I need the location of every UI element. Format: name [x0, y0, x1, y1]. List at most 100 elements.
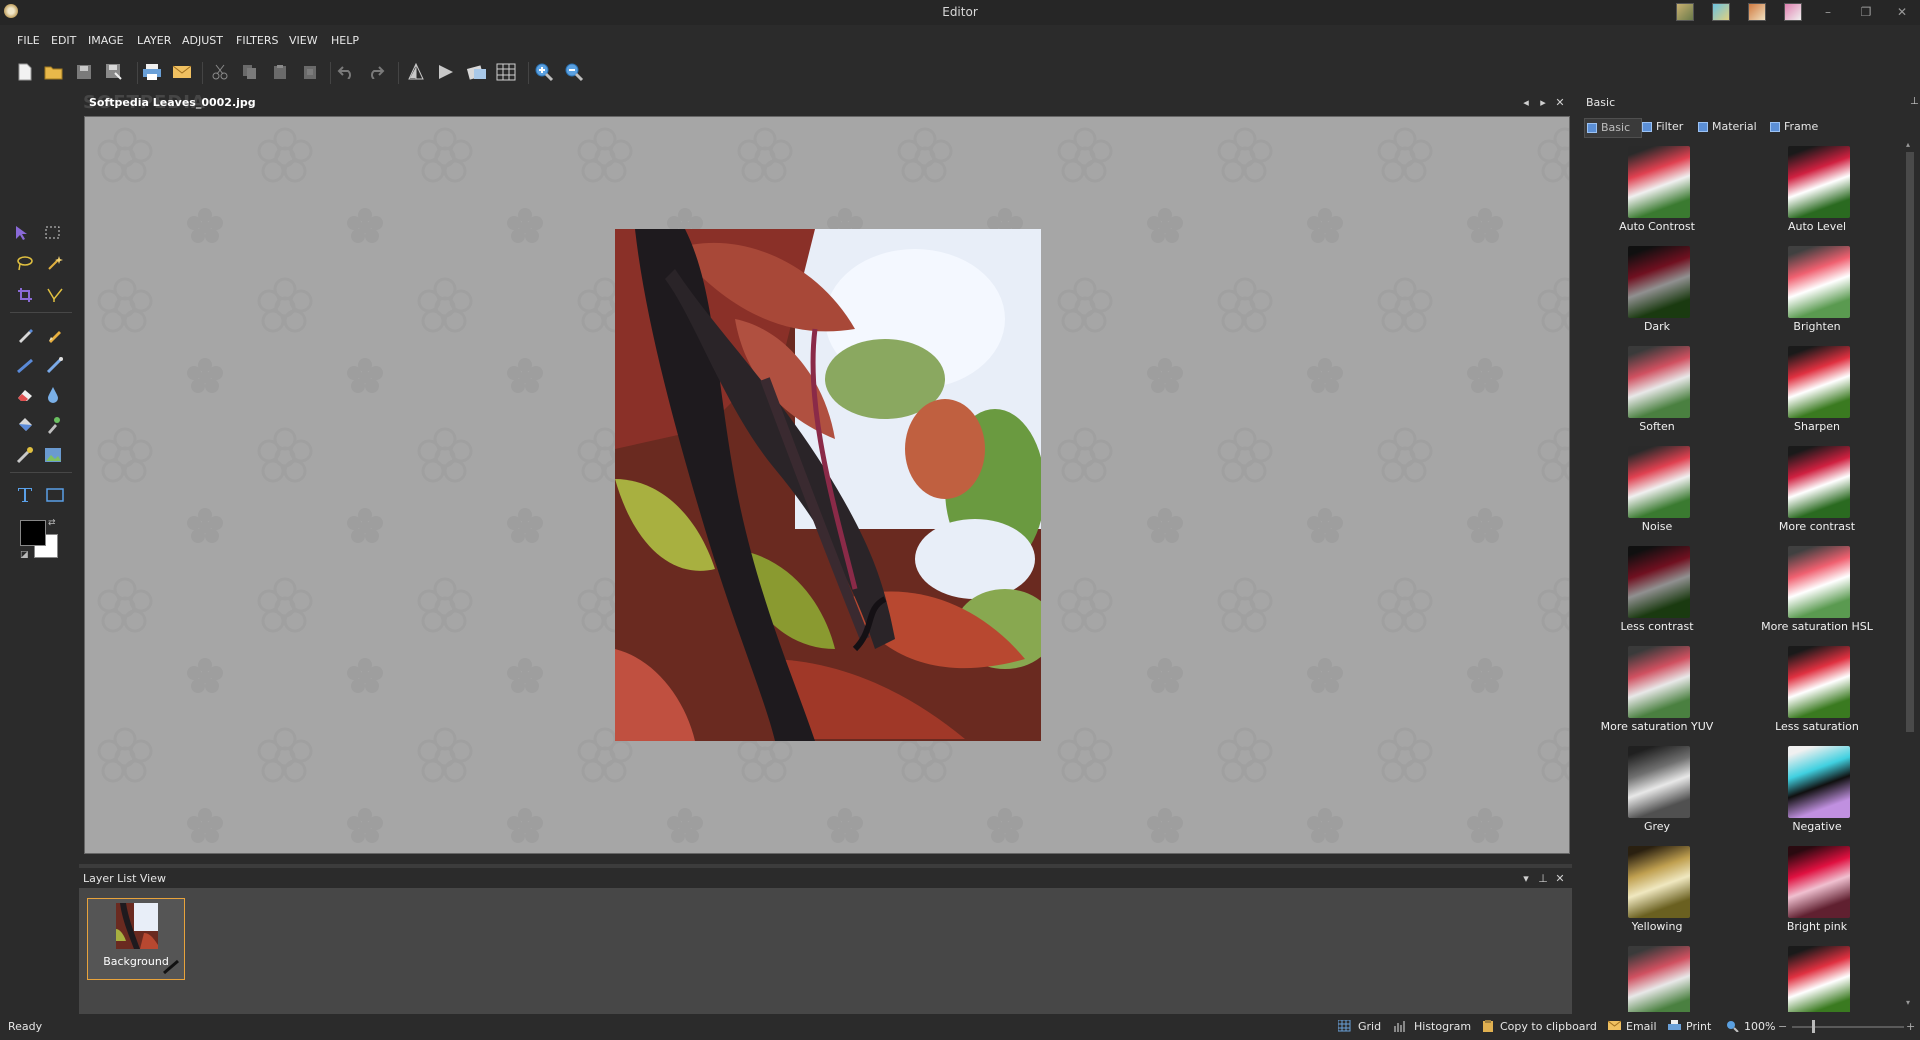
paste-icon[interactable] — [270, 62, 290, 82]
select-arrow-icon[interactable] — [10, 222, 32, 244]
layer-item-background[interactable]: Background — [87, 898, 185, 980]
filter-item[interactable] — [1582, 944, 1732, 1012]
zoom-slider-handle[interactable] — [1812, 1020, 1815, 1033]
line-icon[interactable] — [14, 354, 36, 376]
filter-scrollbar[interactable]: ▴ ▾ — [1904, 140, 1916, 1010]
rotate-icon[interactable] — [466, 62, 486, 82]
pin-icon[interactable]: ⊥ — [1536, 872, 1550, 886]
zoom-in-small-icon[interactable]: + — [1906, 1020, 1915, 1033]
filter-item[interactable]: Less contrast — [1582, 544, 1732, 640]
filter-item[interactable]: Sharpen — [1742, 344, 1892, 440]
grid-toggle[interactable]: Grid — [1358, 1020, 1381, 1033]
histogram-button[interactable]: Histogram — [1414, 1020, 1471, 1033]
scroll-up-icon[interactable]: ▴ — [1906, 140, 1910, 149]
copy-to-clipboard-button[interactable]: Copy to clipboard — [1500, 1020, 1597, 1033]
minimize-icon[interactable]: – — [1818, 4, 1838, 20]
flip-vertical-icon[interactable] — [406, 62, 426, 82]
filter-item[interactable]: Yellowing — [1582, 844, 1732, 940]
eraser-icon[interactable] — [14, 384, 36, 406]
tab-basic[interactable]: Basic — [1584, 118, 1642, 138]
save-as-icon[interactable] — [104, 62, 124, 82]
skin-thumb-4[interactable] — [1784, 3, 1802, 21]
filter-item[interactable]: Grey — [1582, 744, 1732, 840]
rect-select-icon[interactable] — [42, 222, 64, 244]
filter-item[interactable]: Negative — [1742, 744, 1892, 840]
grid-icon[interactable] — [496, 62, 516, 82]
filter-item[interactable]: More contrast — [1742, 444, 1892, 540]
filter-label: Auto Controst — [1619, 220, 1695, 233]
email-button[interactable]: Email — [1626, 1020, 1657, 1033]
brush-icon[interactable] — [44, 354, 66, 376]
menu-image[interactable]: IMAGE — [88, 34, 124, 47]
menu-file[interactable]: FILE — [17, 34, 40, 47]
filter-item[interactable]: Auto Level — [1742, 144, 1892, 240]
new-file-icon[interactable] — [15, 62, 35, 82]
scrollbar-thumb[interactable] — [1906, 152, 1914, 732]
save-icon[interactable] — [74, 62, 94, 82]
close-document-icon[interactable]: ✕ — [1553, 96, 1567, 110]
filter-item[interactable]: Dark — [1582, 244, 1732, 340]
text-tool-icon[interactable] — [14, 484, 36, 506]
restore-icon[interactable]: ❐ — [1856, 4, 1876, 20]
skin-thumb-2[interactable] — [1712, 3, 1730, 21]
close-icon[interactable]: ✕ — [1892, 4, 1912, 20]
shape-rect-icon[interactable] — [44, 484, 66, 506]
eyedropper-icon[interactable] — [42, 414, 64, 436]
print-button[interactable]: Print — [1686, 1020, 1711, 1033]
email-status-icon — [1608, 1020, 1621, 1030]
skin-thumb-1[interactable] — [1676, 3, 1694, 21]
cut-icon[interactable] — [210, 62, 230, 82]
menu-edit[interactable]: EDIT — [51, 34, 76, 47]
filter-item[interactable]: Soften — [1582, 344, 1732, 440]
blur-drop-icon[interactable] — [42, 384, 64, 406]
flip-horizontal-icon[interactable] — [436, 62, 456, 82]
prev-document-icon[interactable]: ◂ — [1519, 96, 1533, 110]
filter-item[interactable]: Noise — [1582, 444, 1732, 540]
filter-item[interactable] — [1742, 944, 1892, 1012]
filter-item[interactable]: More saturation YUV — [1582, 644, 1732, 740]
filter-item[interactable]: Bright pink — [1742, 844, 1892, 940]
zoom-out-small-icon[interactable]: − — [1778, 1020, 1787, 1033]
filter-item[interactable]: Less saturation — [1742, 644, 1892, 740]
copy-icon[interactable] — [240, 62, 260, 82]
magic-wand-icon[interactable] — [44, 252, 66, 274]
close-layer-panel-icon[interactable]: ✕ — [1553, 872, 1567, 886]
filter-item[interactable]: Brighten — [1742, 244, 1892, 340]
scroll-down-icon[interactable]: ▾ — [1906, 998, 1910, 1007]
reset-colors-icon[interactable]: ◪ — [20, 550, 29, 560]
menu-layer[interactable]: LAYER — [137, 34, 171, 47]
panel-pin-icon[interactable]: ⊥ — [1910, 96, 1919, 107]
tab-frame[interactable]: Frame — [1768, 118, 1818, 136]
straighten-icon[interactable] — [44, 284, 66, 306]
menu-help[interactable]: HELP — [331, 34, 359, 47]
zoom-out-icon[interactable] — [564, 62, 584, 82]
redo-icon[interactable] — [366, 62, 386, 82]
clear-icon[interactable] — [300, 62, 320, 82]
next-document-icon[interactable]: ▸ — [1536, 96, 1550, 110]
layer-menu-icon[interactable]: ▾ — [1519, 872, 1533, 886]
image-stamp-icon[interactable] — [42, 444, 64, 466]
tab-filter[interactable]: Filter — [1640, 118, 1683, 136]
undo-icon[interactable] — [336, 62, 356, 82]
image-canvas[interactable] — [84, 116, 1570, 854]
filter-item[interactable]: More saturation HSL — [1742, 544, 1892, 640]
tab-material[interactable]: Material — [1696, 118, 1757, 136]
crop-icon[interactable] — [14, 284, 36, 306]
open-folder-icon[interactable] — [44, 62, 64, 82]
pencil-icon[interactable] — [44, 324, 66, 346]
swap-colors-icon[interactable]: ⇄ — [48, 518, 56, 528]
filter-item[interactable]: Auto Controst — [1582, 144, 1732, 240]
skin-thumb-3[interactable] — [1748, 3, 1766, 21]
lasso-icon[interactable] — [14, 252, 36, 274]
zoom-slider-track[interactable] — [1792, 1026, 1904, 1028]
menu-adjust[interactable]: ADJUST — [182, 34, 223, 47]
zoom-in-icon[interactable] — [534, 62, 554, 82]
clone-stamp-icon[interactable] — [14, 444, 36, 466]
menu-view[interactable]: VIEW — [289, 34, 318, 47]
pen-icon[interactable] — [14, 324, 36, 346]
menu-filters[interactable]: FILTERS — [236, 34, 278, 47]
foreground-color-swatch[interactable] — [20, 520, 46, 546]
print-icon[interactable] — [142, 62, 162, 82]
email-icon[interactable] — [172, 62, 192, 82]
fill-bucket-icon[interactable] — [14, 414, 36, 436]
